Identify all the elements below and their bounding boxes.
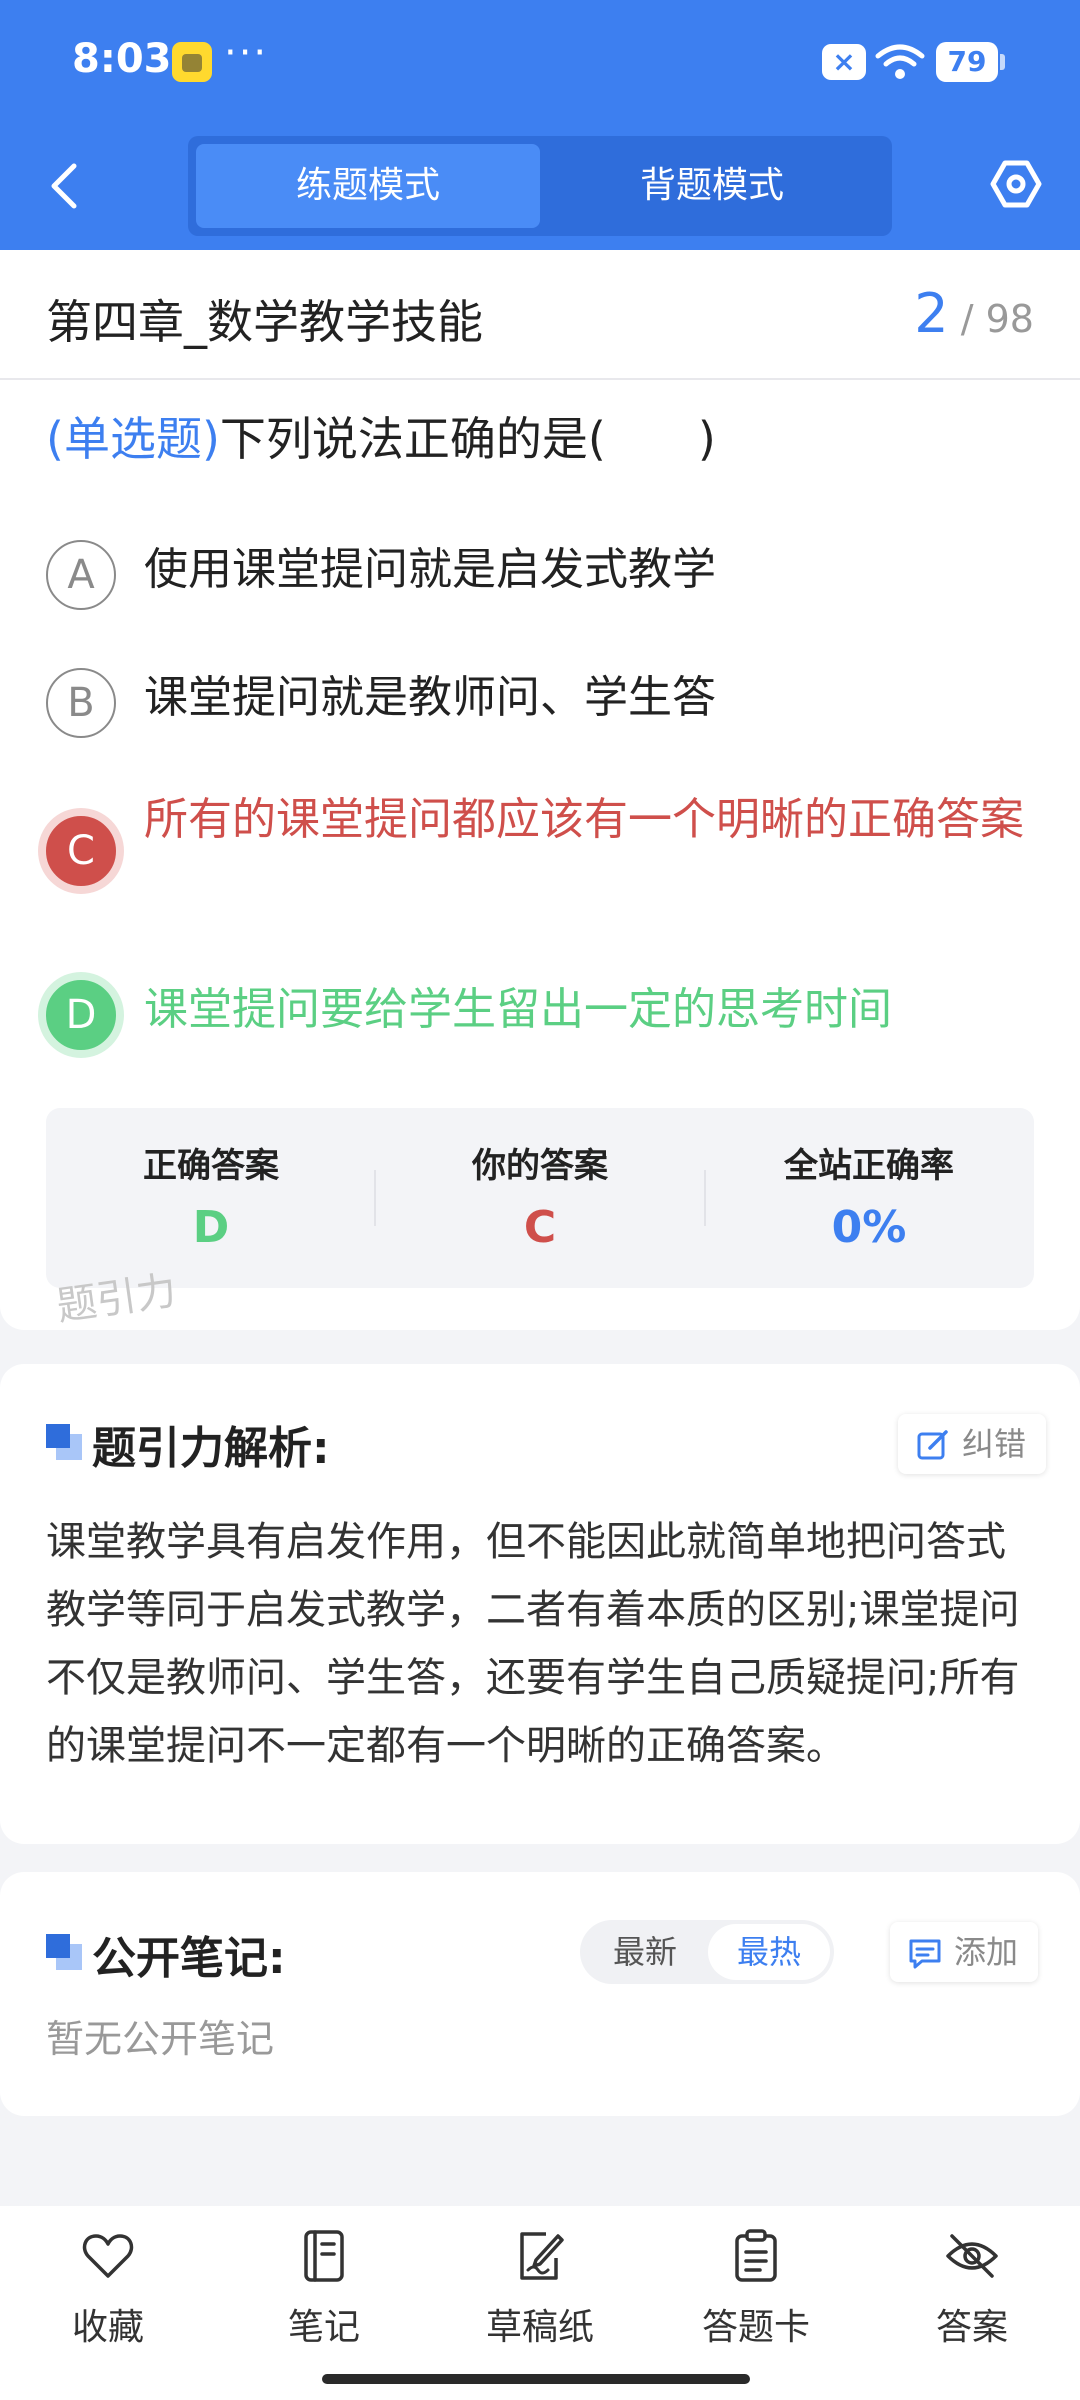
clipboard-icon xyxy=(735,2229,777,2282)
report-error-label: 纠错 xyxy=(962,1425,1027,1463)
question-progress: 2 / 98 xyxy=(914,282,1034,345)
comment-icon xyxy=(909,1939,941,1969)
question-page: 8:03 ··· × 79 练题模式 背题模式 第四章_数学教学技能 2 / 9… xyxy=(0,0,1080,2400)
current-question-number: 2 xyxy=(914,282,949,345)
back-arrow-icon[interactable] xyxy=(42,160,86,212)
eye-off-icon xyxy=(946,2234,998,2278)
top-header: 8:03 ··· × 79 练题模式 背题模式 xyxy=(0,0,1080,250)
app-notification-icon xyxy=(172,42,212,82)
analysis-title: 题引力解析: xyxy=(92,1423,330,1474)
notes-title: 公开笔记: xyxy=(92,1933,286,1984)
bottom-toolbar: 收藏 笔记 草稿纸 答题卡 答案 xyxy=(0,2206,1080,2400)
settings-hexagon-icon[interactable] xyxy=(990,158,1042,210)
heart-icon xyxy=(82,2234,134,2278)
your-answer-value: C xyxy=(523,1202,557,1253)
option-c-letter: C xyxy=(46,816,116,886)
report-error-button[interactable]: 纠错 xyxy=(898,1414,1047,1474)
answer-stats: 正确答案 D 你的答案 C 全站正确率 0% xyxy=(46,1108,1034,1288)
notebook-icon xyxy=(304,2230,344,2282)
analysis-text: 课堂教学具有启发作用，但不能因此就简单地把问答式教学等同于启发式教学，二者有着本… xyxy=(46,1519,1020,1769)
nav-notes[interactable]: 笔记 xyxy=(244,2228,404,2368)
stat-label: 全站正确率 xyxy=(784,1146,954,1186)
add-note-button[interactable]: 添加 xyxy=(890,1922,1039,1982)
tab-practice-mode[interactable]: 练题模式 xyxy=(196,144,540,228)
nav-answer-card[interactable]: 答题卡 xyxy=(676,2228,836,2368)
nav-label: 草稿纸 xyxy=(485,2307,594,2348)
notes-empty-text: 暂无公开笔记 xyxy=(46,2017,275,2061)
total-questions: / 98 xyxy=(960,297,1034,341)
option-b-text: 课堂提问就是教师问、学生答 xyxy=(144,672,716,723)
add-note-label: 添加 xyxy=(954,1933,1019,1971)
nav-label: 答案 xyxy=(935,2307,1008,2348)
stat-your-answer: 你的答案 C xyxy=(375,1108,705,1288)
nav-draft[interactable]: 草稿纸 xyxy=(460,2228,620,2368)
section-icon xyxy=(46,1424,82,1460)
more-notifications-icon: ··· xyxy=(224,30,269,76)
section-icon xyxy=(46,1934,82,1970)
question-type: (单选题) xyxy=(46,412,220,466)
chapter-title: 第四章_数学教学技能 xyxy=(46,295,483,349)
nav-label: 收藏 xyxy=(71,2307,144,2348)
mode-toggle: 练题模式 背题模式 xyxy=(188,136,892,236)
public-notes-card: 公开笔记: 最新 最热 添加 暂无公开笔记 xyxy=(0,1872,1080,2116)
accuracy-value: 0% xyxy=(831,1202,907,1253)
option-c-text: 所有的课堂提问都应该有一个明晰的正确答案 xyxy=(144,794,1024,845)
home-indicator[interactable] xyxy=(322,2374,750,2384)
nav-label: 笔记 xyxy=(287,2307,360,2348)
option-a-letter: A xyxy=(46,540,116,610)
correct-answer-value: D xyxy=(192,1202,230,1253)
option-d-letter: D xyxy=(46,980,116,1050)
edit-icon xyxy=(917,1430,948,1460)
option-a-text: 使用课堂提问就是启发式教学 xyxy=(144,544,716,595)
status-time: 8:03 xyxy=(72,36,172,82)
wifi-icon xyxy=(875,44,925,79)
no-sim-icon: × xyxy=(822,44,866,80)
tab-recite-mode[interactable]: 背题模式 xyxy=(540,144,884,228)
nav-label: 答题卡 xyxy=(701,2307,810,2348)
notes-sort-toggle: 最新 最热 xyxy=(580,1920,834,1984)
sort-hottest[interactable]: 最热 xyxy=(708,1924,830,1980)
nav-favorite[interactable]: 收藏 xyxy=(28,2228,188,2368)
stat-accuracy: 全站正确率 0% xyxy=(704,1108,1034,1288)
question-text: (单选题)下列说法正确的是( ) xyxy=(46,406,1036,472)
option-b-letter: B xyxy=(46,668,116,738)
nav-toggle-answer[interactable]: 答案 xyxy=(892,2228,1052,2368)
status-bar: 8:03 ··· × 79 xyxy=(0,0,1080,125)
divider xyxy=(0,378,1080,380)
battery-icon: 79 xyxy=(936,42,1005,82)
question-card: 第四章_数学教学技能 2 / 98 (单选题)下列说法正确的是( ) A 使用课… xyxy=(0,250,1080,1330)
stat-label: 你的答案 xyxy=(472,1146,608,1186)
sort-latest[interactable]: 最新 xyxy=(584,1924,706,1980)
analysis-card: 题引力解析: 纠错 课堂教学具有启发作用，但不能因此就简单地把问答式教学等同于启… xyxy=(0,1364,1080,1844)
draft-pen-icon xyxy=(520,2232,564,2280)
stat-label: 正确答案 xyxy=(143,1146,279,1186)
question-stem: 下列说法正确的是( ) xyxy=(219,412,716,466)
option-d-text: 课堂提问要给学生留出一定的思考时间 xyxy=(144,984,892,1035)
stat-correct-answer: 正确答案 D xyxy=(46,1108,376,1288)
